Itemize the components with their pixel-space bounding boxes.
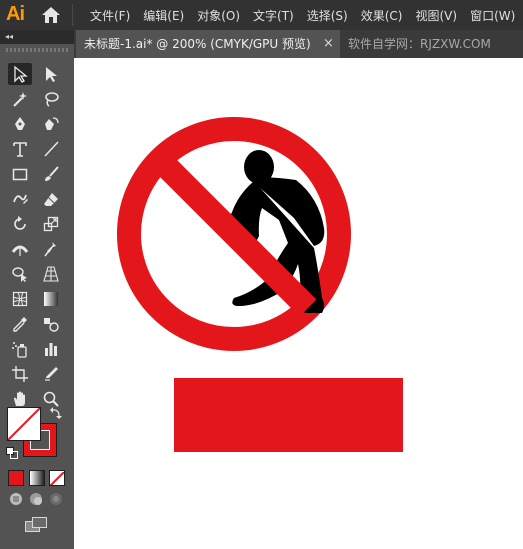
slice-tool-icon xyxy=(45,367,58,381)
mesh-tool-icon xyxy=(12,291,28,307)
close-tab-button[interactable]: × xyxy=(323,30,334,58)
direct-selection-tool-icon xyxy=(46,67,57,82)
selection-tool-icon xyxy=(14,65,28,83)
magic-wand-icon xyxy=(13,92,27,107)
draw-normal-icon[interactable] xyxy=(8,491,24,507)
scale-tool-icon xyxy=(43,216,59,232)
shape-builder-icon xyxy=(12,267,27,282)
none-slash-icon xyxy=(50,471,64,485)
lasso-tool[interactable] xyxy=(39,88,63,110)
app-logo: Ai xyxy=(6,3,25,25)
line-tool-icon xyxy=(44,141,59,157)
symbol-sprayer-icon xyxy=(12,342,27,358)
gradient-tool[interactable] xyxy=(39,288,63,310)
width-tool[interactable] xyxy=(8,238,32,260)
pen-tool-icon xyxy=(15,117,25,130)
menu-select[interactable]: 选择(S) xyxy=(307,7,348,24)
slice-tool[interactable] xyxy=(39,363,63,385)
eyedropper-tool[interactable] xyxy=(8,313,32,335)
home-icon[interactable] xyxy=(41,6,61,24)
rotate-tool-icon xyxy=(14,216,26,230)
hand-tool-icon xyxy=(14,391,25,406)
color-mode-button[interactable] xyxy=(8,470,24,486)
toolbar-grip[interactable] xyxy=(6,48,68,52)
draw-inside-icon[interactable] xyxy=(48,491,64,507)
blend-tool-icon xyxy=(44,318,59,332)
menu-items: 文件(F) 编辑(E) 对象(O) 文字(T) 选择(S) 效果(C) 视图(V… xyxy=(90,0,523,30)
swap-colors-icon[interactable] xyxy=(50,407,62,419)
shaper-tool[interactable] xyxy=(8,188,32,210)
scale-tool[interactable] xyxy=(39,213,63,235)
menu-edit[interactable]: 编辑(E) xyxy=(143,7,184,24)
shaper-tool-icon xyxy=(13,194,28,204)
no-fill-slash-icon xyxy=(8,408,40,440)
type-tool-icon xyxy=(13,142,27,157)
zoom-tool-icon xyxy=(43,391,59,407)
puppet-warp-tool[interactable] xyxy=(39,238,63,260)
menu-bar: Ai 文件(F) 编辑(E) 对象(O) 文字(T) 选择(S) 效果(C) 视… xyxy=(0,0,523,30)
blend-tool[interactable] xyxy=(39,313,63,335)
type-tool[interactable] xyxy=(8,138,32,160)
rotate-tool[interactable] xyxy=(8,213,32,235)
collapse-panel-button[interactable]: ◂◂ xyxy=(5,30,13,44)
paintbrush-tool[interactable] xyxy=(39,163,63,185)
menu-object[interactable]: 对象(O) xyxy=(197,7,240,24)
lasso-icon xyxy=(45,92,59,107)
perspective-grid-icon xyxy=(43,266,59,282)
toolbar-header: ◂◂ xyxy=(0,30,74,44)
tab-document[interactable]: 未标题-1.ai* @ 200% (CMYK/GPU 预览) × xyxy=(76,30,340,58)
menu-view[interactable]: 视图(V) xyxy=(415,7,457,24)
artboard-tool-icon xyxy=(12,366,28,382)
menu-divider xyxy=(72,4,73,26)
menu-type[interactable]: 文字(T) xyxy=(253,7,294,24)
column-graph-icon xyxy=(45,343,57,356)
change-screen-mode-icon[interactable] xyxy=(24,516,48,532)
paintbrush-icon xyxy=(45,166,59,181)
direct-selection-tool[interactable] xyxy=(39,63,63,85)
default-colors-icon[interactable] xyxy=(6,447,18,459)
symbol-sprayer-tool[interactable] xyxy=(8,338,32,360)
artboard-canvas[interactable] xyxy=(74,58,523,549)
mesh-tool[interactable] xyxy=(8,288,32,310)
puppet-warp-icon xyxy=(44,242,56,257)
eyedropper-icon xyxy=(13,317,27,332)
curvature-tool-icon xyxy=(45,117,59,130)
shape-builder-tool[interactable] xyxy=(8,263,32,285)
pen-tool[interactable] xyxy=(8,113,32,135)
selection-tool[interactable] xyxy=(8,63,32,85)
eraser-tool[interactable] xyxy=(39,188,63,210)
gradient-tool-icon xyxy=(44,292,58,306)
menu-effect[interactable]: 效果(C) xyxy=(361,7,403,24)
magic-wand-tool[interactable] xyxy=(8,88,32,110)
none-mode-button[interactable] xyxy=(49,470,65,486)
curvature-tool[interactable] xyxy=(39,113,63,135)
sign-text-panel[interactable] xyxy=(174,378,403,452)
document-tab-title: 未标题-1.ai* @ 200% (CMYK/GPU 预览) xyxy=(84,37,311,51)
watermark-label: 软件自学网：RJZXW.COM xyxy=(348,37,491,51)
fill-swatch[interactable] xyxy=(7,407,41,441)
perspective-grid-tool[interactable] xyxy=(39,263,63,285)
artwork[interactable] xyxy=(74,58,523,549)
draw-behind-icon[interactable] xyxy=(28,491,44,507)
rectangle-tool-icon xyxy=(12,168,28,181)
tools-panel xyxy=(0,44,74,549)
column-graph-tool[interactable] xyxy=(39,338,63,360)
menu-file[interactable]: 文件(F) xyxy=(90,7,130,24)
menu-window[interactable]: 窗口(W) xyxy=(470,7,515,24)
line-tool[interactable] xyxy=(39,138,63,160)
eraser-icon xyxy=(44,193,58,206)
gradient-mode-button[interactable] xyxy=(29,470,45,486)
width-tool-icon xyxy=(11,245,29,256)
artboard-tool[interactable] xyxy=(8,363,32,385)
rectangle-tool[interactable] xyxy=(8,163,32,185)
